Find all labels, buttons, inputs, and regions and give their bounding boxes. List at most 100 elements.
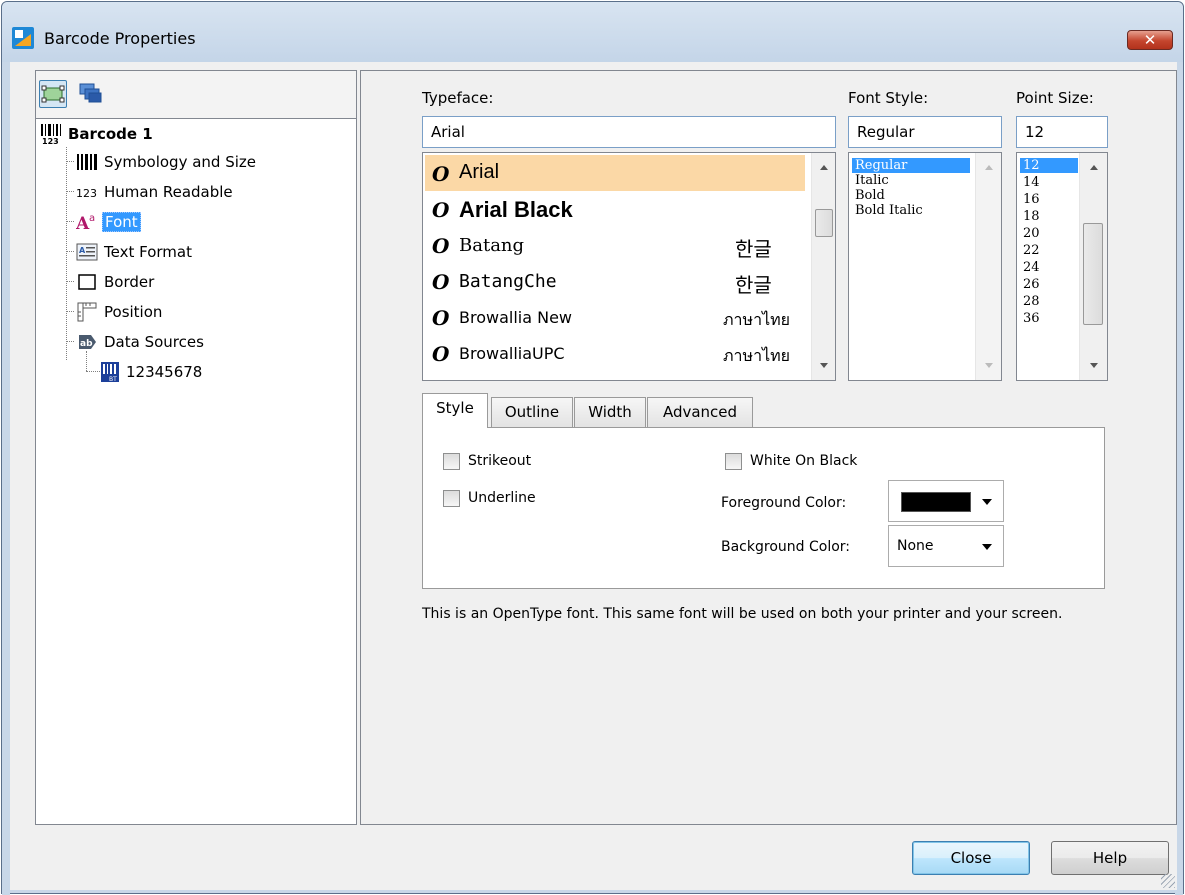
barcode-properties-window: Barcode Properties ✕ 123 Barcode 1 Symbo… [1, 1, 1184, 895]
font-style-input[interactable]: Regular [848, 116, 1002, 148]
tab-advanced[interactable]: Advanced [647, 397, 753, 427]
tree-item-label: Data Sources [104, 332, 204, 351]
help-button[interactable]: Help [1051, 841, 1169, 875]
svg-text:ab: ab [80, 339, 93, 349]
tree-item-data-field[interactable]: BT 12345678 [100, 361, 204, 383]
font-style-item[interactable]: Italic [852, 173, 892, 188]
point-size-item[interactable]: 24 [1020, 260, 1043, 275]
point-size-input[interactable]: 12 [1016, 116, 1108, 148]
tree-item-text-format[interactable]: A Text Format [76, 241, 194, 262]
layers-view-button[interactable] [78, 80, 106, 108]
tree-item-symbology-and-size[interactable]: Symbology and Size [76, 151, 258, 172]
font-style-item[interactable]: Bold Italic [852, 203, 926, 218]
typeface-list-item[interactable]: O Arial [425, 155, 805, 191]
typeface-list-item[interactable]: O Arial Black [425, 191, 807, 227]
point-size-item[interactable]: 18 [1020, 209, 1043, 224]
point-size-item[interactable]: 16 [1020, 192, 1043, 207]
scroll-down-icon[interactable] [1090, 363, 1098, 368]
font-style-scrollbar[interactable] [975, 153, 1001, 380]
typeface-name: BatangChe [459, 271, 557, 292]
typeface-list-item[interactable]: O BrowalliaUPC ภาษาไทย [425, 335, 807, 371]
tree-item-barcode-1[interactable]: 123 Barcode 1 [40, 123, 155, 145]
chevron-down-icon [982, 544, 992, 550]
number-123-icon: 123 [76, 187, 97, 200]
svg-text:123: 123 [76, 187, 97, 200]
tree-item-font[interactable]: A a Font [76, 211, 141, 232]
tree-connector [66, 251, 74, 252]
typeface-list-item[interactable]: O BatangChe 한글 [425, 263, 807, 299]
typeface-sample: 한글 [735, 273, 772, 297]
window-title: Barcode Properties [44, 29, 196, 48]
typeface-list-item[interactable]: O Batang 한글 [425, 227, 807, 263]
font-style-label: Font Style: [848, 89, 929, 107]
typeface-list[interactable]: O Arial O Arial Black O Batang 한글 O Bata… [422, 152, 836, 381]
white-on-black-checkbox[interactable] [725, 453, 742, 470]
svg-text:A: A [79, 246, 86, 255]
font-style-item[interactable]: Regular [852, 158, 970, 173]
tree-item-data-sources[interactable]: ab Data Sources [76, 331, 206, 352]
scroll-thumb[interactable] [815, 209, 833, 237]
strikeout-label: Strikeout [468, 453, 532, 469]
point-size-item[interactable]: 22 [1020, 243, 1043, 258]
tree-item-human-readable[interactable]: 123 Human Readable [76, 181, 235, 202]
tree-toolbar [36, 71, 356, 119]
strikeout-checkbox[interactable] [443, 453, 460, 470]
point-size-item[interactable]: 36 [1020, 311, 1043, 326]
scroll-thumb[interactable] [1083, 223, 1103, 325]
scroll-down-icon[interactable] [985, 363, 993, 368]
position-icon [77, 302, 97, 321]
window-frame-left [2, 62, 10, 895]
background-color-value: None [897, 538, 934, 554]
foreground-color-label: Foreground Color: [721, 495, 847, 511]
scroll-up-icon[interactable] [820, 165, 828, 170]
typeface-name: Batang [459, 235, 525, 256]
tree-item-label: Symbology and Size [104, 152, 256, 171]
svg-text:a: a [89, 213, 95, 224]
foreground-color-swatch [901, 492, 971, 512]
scroll-up-icon[interactable] [985, 165, 993, 170]
typeface-list-item[interactable]: O Browallia New ภาษาไทย [425, 299, 807, 335]
scroll-up-icon[interactable] [1090, 165, 1098, 170]
window-close-button[interactable]: ✕ [1127, 30, 1173, 50]
tab-style[interactable]: Style [422, 393, 488, 428]
style-tab-panel: Strikeout Underline White On Black Foreg… [422, 427, 1105, 589]
scroll-down-icon[interactable] [820, 363, 828, 368]
point-size-item[interactable]: 26 [1020, 277, 1043, 292]
font-style-item[interactable]: Bold [852, 188, 888, 203]
underline-label: Underline [468, 490, 536, 506]
opentype-icon: O [432, 198, 450, 222]
layout-view-button[interactable] [39, 80, 67, 108]
opentype-icon: O [432, 234, 450, 258]
point-size-scrollbar[interactable] [1079, 153, 1107, 380]
tree-item-position[interactable]: Position [76, 301, 164, 322]
resize-grip-icon[interactable] [1161, 874, 1175, 888]
border-icon [78, 273, 96, 290]
tree-connector [66, 161, 74, 162]
opentype-icon: O [432, 342, 450, 366]
typeface-scrollbar[interactable] [811, 153, 835, 380]
svg-text:BT: BT [109, 376, 117, 383]
app-icon [12, 27, 34, 49]
underline-checkbox[interactable] [443, 490, 460, 507]
font-style-list[interactable]: Regular Italic Bold Bold Italic [848, 152, 1002, 381]
tab-width[interactable]: Width [574, 397, 646, 427]
typeface-input[interactable]: Arial [422, 116, 836, 148]
tree-item-border[interactable]: Border [76, 271, 156, 292]
tree-item-label: 12345678 [126, 363, 203, 381]
title-bar: Barcode Properties ✕ [2, 2, 1183, 62]
text-format-icon: A [76, 243, 98, 260]
point-size-item[interactable]: 20 [1020, 226, 1043, 241]
close-button[interactable]: Close [912, 841, 1030, 875]
point-size-list[interactable]: 12 14 16 18 20 22 24 26 28 36 [1016, 152, 1108, 381]
foreground-color-dropdown[interactable] [888, 480, 1004, 522]
tree-connector [86, 351, 87, 371]
tab-outline[interactable]: Outline [491, 397, 573, 427]
background-color-label: Background Color: [721, 539, 850, 555]
tree-connector [66, 311, 74, 312]
tree-item-label: Human Readable [104, 182, 233, 201]
typeface-name: Arial Black [459, 197, 573, 222]
point-size-item[interactable]: 28 [1020, 294, 1043, 309]
point-size-item[interactable]: 14 [1020, 175, 1043, 190]
background-color-dropdown[interactable]: None [888, 525, 1004, 567]
point-size-item[interactable]: 12 [1020, 158, 1078, 173]
